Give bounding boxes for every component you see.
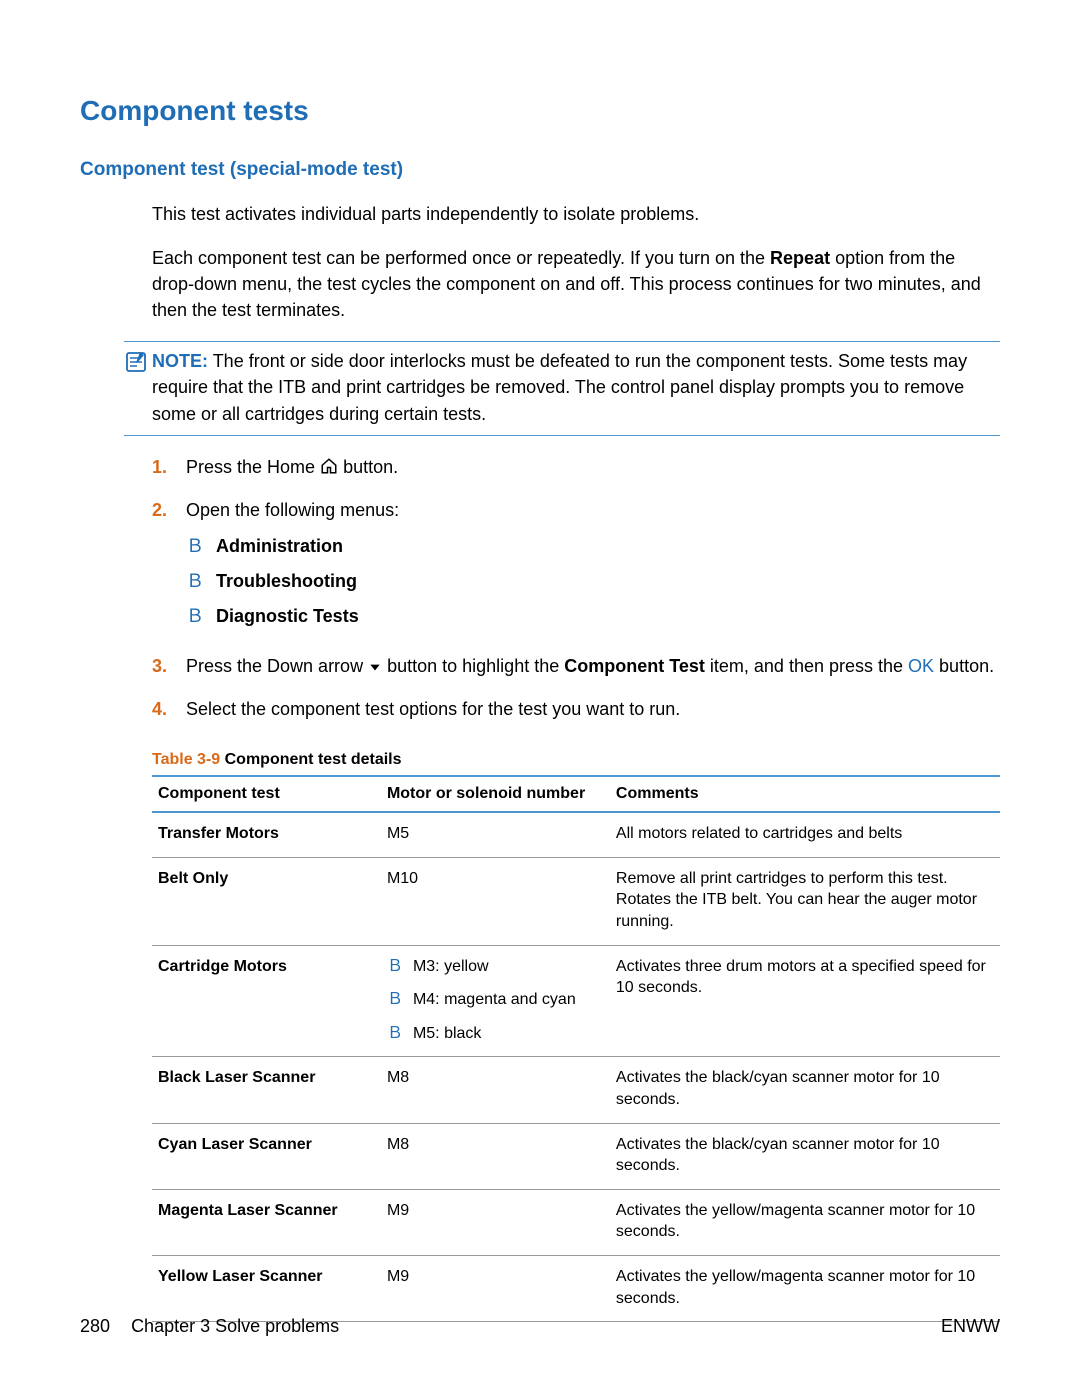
step-3: 3. Press the Down arrow button to highli…: [152, 653, 1000, 682]
cell-comments: Activates the yellow/magenta scanner mot…: [610, 1255, 1000, 1321]
motor-list-item: M5: black: [413, 1023, 481, 1045]
cell-comments: Remove all print cartridges to perform t…: [610, 857, 1000, 945]
step-2-text: Open the following menus:: [186, 500, 399, 520]
heading-special-mode: Component test (special-mode test): [80, 159, 1000, 181]
heading-component-tests: Component tests: [80, 95, 1000, 127]
table-row: Transfer MotorsM5All motors related to c…: [152, 812, 1000, 857]
step-3-text-b: button to highlight the: [387, 656, 564, 676]
ok-button-label: OK: [908, 656, 934, 676]
cell-comments: Activates the yellow/magenta scanner mot…: [610, 1189, 1000, 1255]
menu-administration-label: Administration: [216, 534, 343, 559]
step-3-text-c: item, and then press the: [705, 656, 908, 676]
table-row: Black Laser ScannerM8Activates the black…: [152, 1057, 1000, 1123]
note-block: NOTE: The front or side door interlocks …: [124, 341, 1000, 435]
table-number: Table 3-9: [152, 751, 220, 768]
cell-component: Cyan Laser Scanner: [152, 1123, 381, 1189]
cell-comments: Activates the black/cyan scanner motor f…: [610, 1057, 1000, 1123]
step-3-text-a: Press the Down arrow: [186, 656, 368, 676]
step-2: 2. Open the following menus: Ｂ Administr…: [152, 497, 1000, 640]
col-component-test: Component test: [152, 776, 381, 812]
menu-item-administration: Ｂ Administration: [186, 534, 1000, 559]
table-row: Belt OnlyM10Remove all print cartridges …: [152, 857, 1000, 945]
cell-comments: Activates three drum motors at a specifi…: [610, 945, 1000, 1057]
table-header-row: Component test Motor or solenoid number …: [152, 776, 1000, 812]
chapter-label: Chapter 3 Solve problems: [131, 1316, 339, 1336]
table-row: Cyan Laser ScannerM8Activates the black/…: [152, 1123, 1000, 1189]
cell-motor: M9: [381, 1255, 610, 1321]
step-4-number: 4.: [152, 696, 186, 723]
cell-motor: M8: [381, 1057, 610, 1123]
step-1-text-a: Press the Home: [186, 457, 320, 477]
cell-motor: M9: [381, 1189, 610, 1255]
cell-motor: M5: [381, 812, 610, 857]
motor-list-item: M4: magenta and cyan: [413, 989, 576, 1011]
cell-component: Transfer Motors: [152, 812, 381, 857]
cell-motor: M8: [381, 1123, 610, 1189]
step-4-text: Select the component test options for th…: [186, 696, 1000, 723]
table-row: Magenta Laser ScannerM9Activates the yel…: [152, 1189, 1000, 1255]
intro-paragraph-2: Each component test can be performed onc…: [152, 245, 1000, 323]
intro-paragraph-1: This test activates individual parts ind…: [152, 201, 1000, 227]
step-4: 4. Select the component test options for…: [152, 696, 1000, 723]
step-3-text-d: button.: [934, 656, 994, 676]
table-row: Yellow Laser ScannerM9Activates the yell…: [152, 1255, 1000, 1321]
cell-motor: ＢM3: yellowＢM4: magenta and cyanＢM5: bla…: [381, 945, 610, 1057]
menu-list: Ｂ Administration Ｂ Troubleshooting Ｂ Dia…: [186, 534, 1000, 630]
bullet-icon: Ｂ: [387, 956, 413, 978]
step-3-number: 3.: [152, 653, 186, 680]
cell-motor: M10: [381, 857, 610, 945]
cell-component: Yellow Laser Scanner: [152, 1255, 381, 1321]
menu-diagnostic-label: Diagnostic Tests: [216, 604, 359, 629]
page-footer: 280 Chapter 3 Solve problems ENWW: [80, 1316, 1000, 1337]
step-1: 1. Press the Home button.: [152, 454, 1000, 483]
cell-comments: All motors related to cartridges and bel…: [610, 812, 1000, 857]
bullet-icon: Ｂ: [387, 989, 413, 1011]
table-title: Component test details: [220, 751, 401, 768]
note-icon: [124, 350, 148, 374]
footer-right: ENWW: [941, 1316, 1000, 1337]
cell-component: Cartridge Motors: [152, 945, 381, 1057]
bullet-icon: Ｂ: [186, 569, 216, 594]
step-1-number: 1.: [152, 454, 186, 481]
step-1-text-b: button.: [343, 457, 398, 477]
table-caption: Table 3-9 Component test details: [152, 751, 1000, 769]
repeat-option-label: Repeat: [770, 248, 830, 268]
bullet-icon: Ｂ: [186, 604, 216, 629]
home-icon: [320, 456, 338, 483]
menu-troubleshooting-label: Troubleshooting: [216, 569, 357, 594]
page-number: 280: [80, 1316, 110, 1336]
component-test-label: Component Test: [564, 656, 705, 676]
component-test-table: Component test Motor or solenoid number …: [152, 775, 1000, 1322]
menu-item-troubleshooting: Ｂ Troubleshooting: [186, 569, 1000, 594]
cell-comments: Activates the black/cyan scanner motor f…: [610, 1123, 1000, 1189]
menu-item-diagnostic-tests: Ｂ Diagnostic Tests: [186, 604, 1000, 629]
note-label: NOTE:: [152, 351, 208, 371]
note-text: The front or side door interlocks must b…: [152, 351, 967, 423]
cell-component: Magenta Laser Scanner: [152, 1189, 381, 1255]
bullet-icon: Ｂ: [186, 534, 216, 559]
cell-component: Black Laser Scanner: [152, 1057, 381, 1123]
cell-component: Belt Only: [152, 857, 381, 945]
motor-list-item: M3: yellow: [413, 956, 489, 978]
col-comments: Comments: [610, 776, 1000, 812]
table-row: Cartridge MotorsＢM3: yellowＢM4: magenta …: [152, 945, 1000, 1057]
down-arrow-icon: [368, 655, 382, 682]
step-2-number: 2.: [152, 497, 186, 524]
col-motor-number: Motor or solenoid number: [381, 776, 610, 812]
steps-list: 1. Press the Home button. 2. Open the fo…: [152, 454, 1000, 724]
p2-part-a: Each component test can be performed onc…: [152, 248, 770, 268]
bullet-icon: Ｂ: [387, 1023, 413, 1045]
